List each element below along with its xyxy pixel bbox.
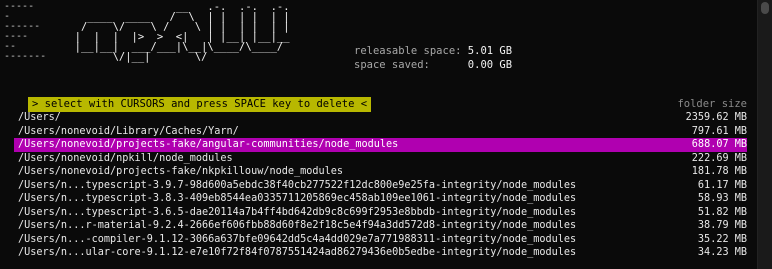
- space-saved-label: space saved:: [354, 59, 430, 71]
- releasable-space-label: releasable space:: [354, 45, 462, 57]
- folder-size: 51.82 MB: [697, 206, 747, 218]
- scrollbar-thumb[interactable]: [761, 2, 769, 14]
- list-item[interactable]: /Users/nonevoid/Library/Caches/Yarn/797.…: [14, 125, 747, 139]
- dash-line: -----: [4, 1, 35, 12]
- folder-size: 797.61 MB: [691, 125, 747, 137]
- folder-size: 58.93 MB: [697, 193, 747, 204]
- folder-size-column-header: folder size: [677, 98, 747, 110]
- npkill-logo: __ .-. .-. .-. ____ ____ / \ | | | | | |…: [62, 2, 296, 63]
- folder-size: 688.07 MB: [691, 139, 747, 150]
- scrollbar[interactable]: [757, 0, 772, 269]
- list-item[interactable]: /Users/n...typescript-3.6.5-dae20114a7b4…: [14, 206, 747, 220]
- list-header: > select with CURSORS and press SPACE ke…: [14, 97, 747, 112]
- folder-path: /Users/n...typescript-3.9.7-98d600a5ebdc…: [18, 179, 577, 191]
- folder-path: /Users/nonevoid/projects-fake/nkpkillouw…: [18, 166, 344, 177]
- list-item[interactable]: /Users/n...ular-core-9.1.12-e7e10f72f84f…: [14, 246, 747, 260]
- folder-path: /Users/n...typescript-3.6.5-dae20114a7b4…: [18, 206, 577, 218]
- logo-line: \/|__| \/: [62, 51, 296, 63]
- folder-path: /Users/n...r-material-9.2.4-2666ef606fbb…: [18, 220, 577, 231]
- space-stats: releasable space: 5.01 GB space saved: 0…: [354, 44, 512, 72]
- folder-path: /Users/n...typescript-3.8.3-409eb8544ea0…: [18, 193, 577, 204]
- folder-size: 38.79 MB: [697, 220, 747, 231]
- folder-list: /Users/2359.62 MB /Users/nonevoid/Librar…: [14, 111, 747, 260]
- folder-path: /Users/: [18, 112, 61, 123]
- folder-path: /Users/nonevoid/projects-fake/angular-co…: [18, 139, 399, 150]
- space-saved-value: 0.00 GB: [467, 59, 513, 71]
- folder-size: 35.22 MB: [697, 233, 747, 245]
- decorative-dashes: ----- - ------ ---- -- -------: [4, 2, 54, 62]
- folder-size: 34.23 MB: [697, 247, 747, 258]
- list-item[interactable]: /Users/n...typescript-3.8.3-409eb8544ea0…: [14, 192, 747, 206]
- list-item[interactable]: /Users/nonevoid/projects-fake/nkpkillouw…: [14, 165, 747, 179]
- folder-path: /Users/n...ular-core-9.1.12-e7e10f72f84f…: [18, 247, 577, 258]
- folder-path: /Users/nonevoid/npkill/node_modules: [18, 152, 233, 164]
- folder-path: /Users/n...-compiler-9.1.12-3066a637bfe0…: [18, 233, 577, 245]
- folder-path: /Users/nonevoid/Library/Caches/Yarn/: [18, 125, 239, 137]
- list-item[interactable]: /Users/n...r-material-9.2.4-2666ef606fbb…: [14, 219, 747, 233]
- releasable-space-value: 5.01 GB: [467, 45, 513, 57]
- list-item-selected[interactable]: /Users/nonevoid/projects-fake/angular-co…: [14, 138, 747, 152]
- terminal-window: ----- - ------ ---- -- ------- __ .-. .-…: [0, 0, 758, 269]
- instruction-prompt: > select with CURSORS and press SPACE ke…: [28, 97, 372, 112]
- folder-size: 61.17 MB: [697, 179, 747, 191]
- folder-size: 181.78 MB: [691, 166, 747, 177]
- releasable-space: releasable space: 5.01 GB: [354, 44, 512, 58]
- folder-size: 222.69 MB: [691, 152, 747, 164]
- list-item[interactable]: /Users/nonevoid/npkill/node_modules 222.6…: [14, 152, 747, 166]
- list-item[interactable]: /Users/2359.62 MB: [14, 111, 747, 125]
- space-saved: space saved: 0.00 GB: [354, 58, 512, 72]
- folder-size: 2359.62 MB: [685, 112, 747, 123]
- list-item[interactable]: /Users/n...typescript-3.9.7-98d600a5ebdc…: [14, 179, 747, 193]
- dash-line: -------: [4, 51, 47, 62]
- list-item[interactable]: /Users/n...-compiler-9.1.12-3066a637bfe0…: [14, 233, 747, 247]
